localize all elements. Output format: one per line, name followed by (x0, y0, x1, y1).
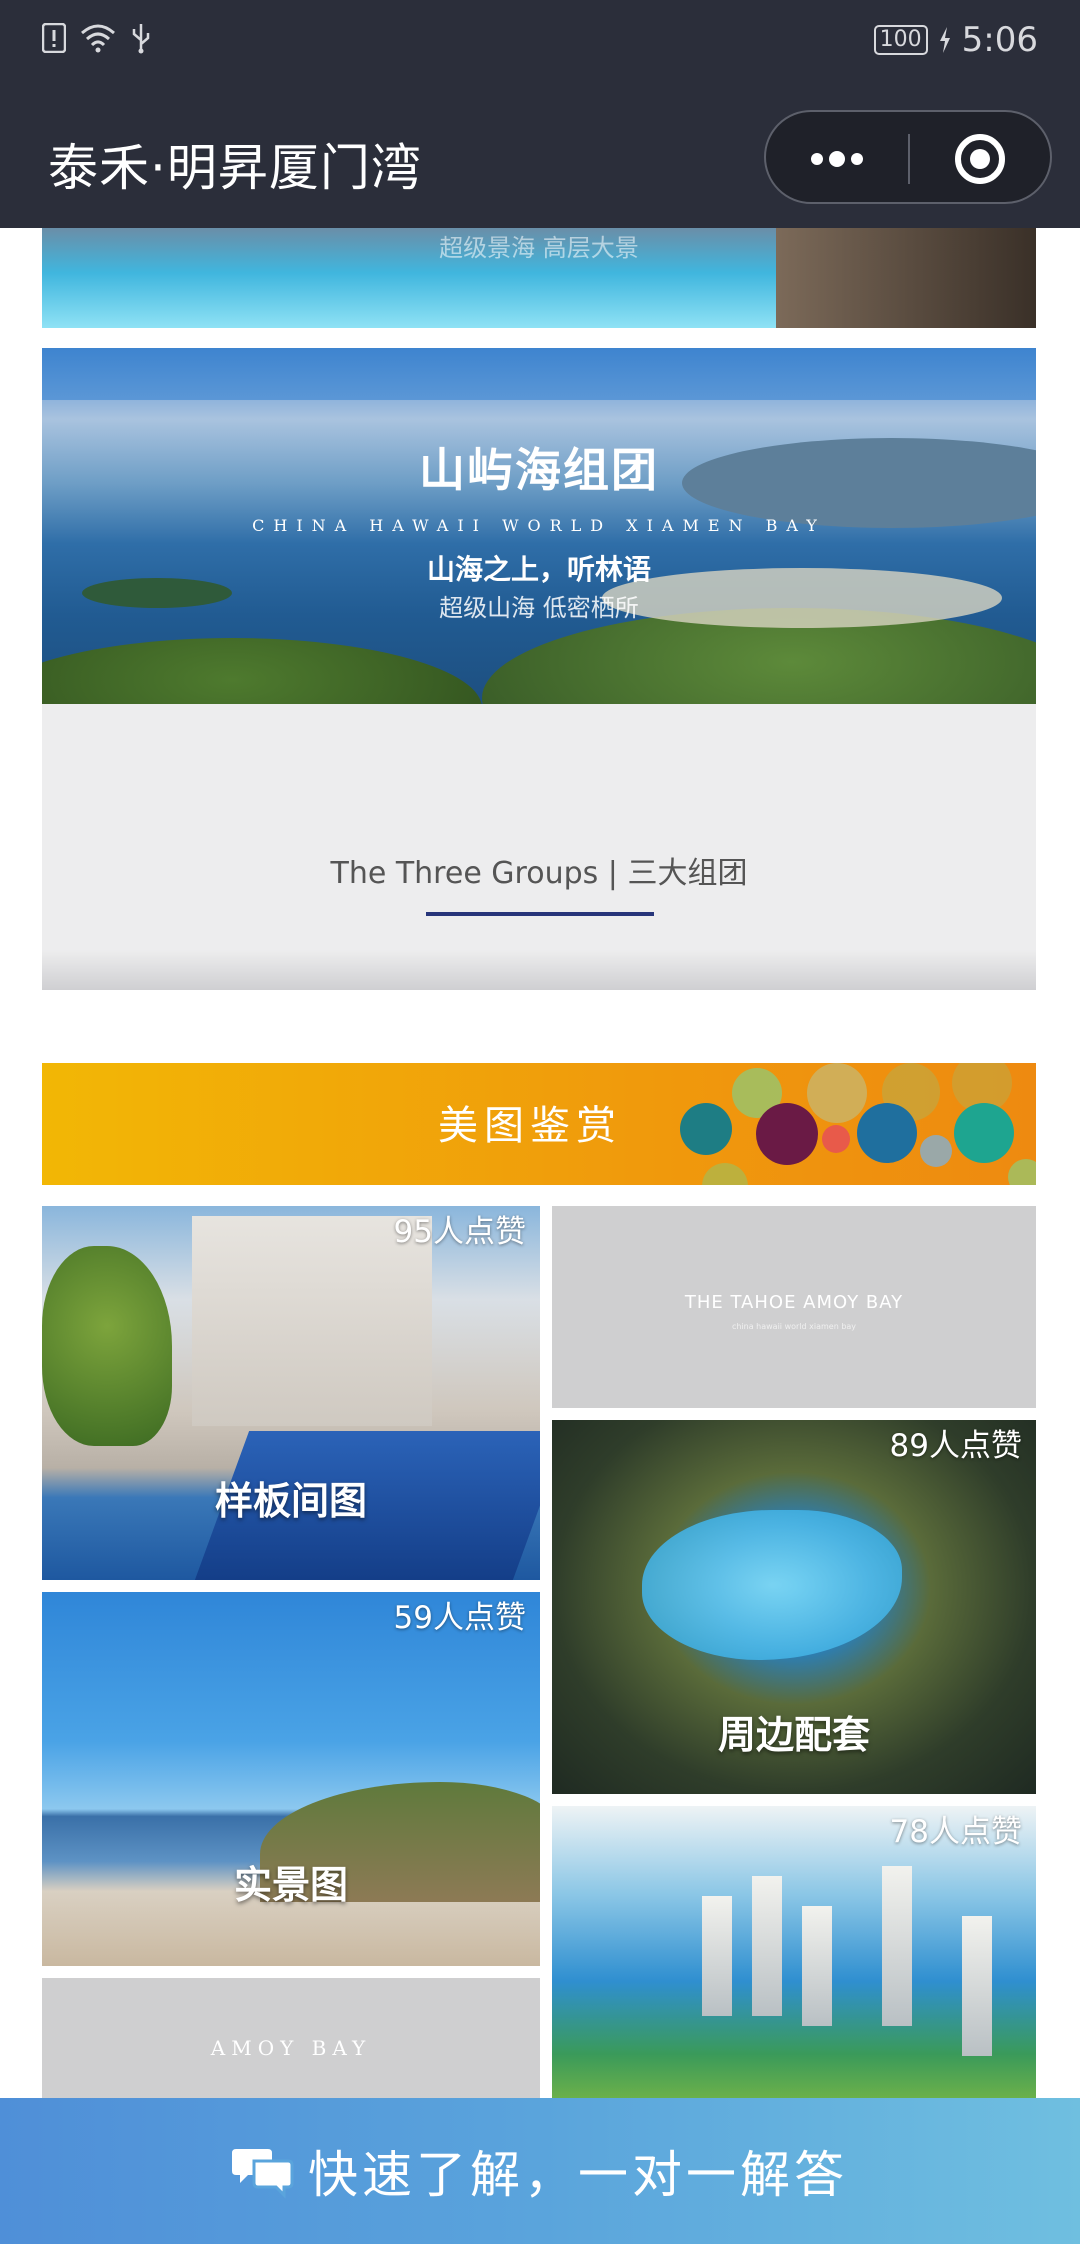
gallery-tile-showroom[interactable]: 95人点赞 样板间图 (42, 1206, 540, 1580)
decor-dot (1008, 1159, 1036, 1185)
palm-tree (42, 1246, 172, 1446)
decor-dot (822, 1125, 850, 1153)
mini-program-capsule (764, 110, 1052, 204)
groups-caption: The Three Groups | 三大组团 (330, 856, 748, 891)
page-content[interactable]: 超级景海 高层大景 山屿海组团 CHINA HAWAII WORLD XIAME… (0, 228, 1080, 2098)
tile-label: 样板间图 (214, 1479, 367, 1523)
likes-count: 89人点赞 (889, 1428, 1022, 1464)
groups-underline (426, 912, 654, 916)
likes-count: 78人点赞 (889, 1814, 1022, 1850)
more-dots-icon (811, 151, 863, 167)
tower (752, 1876, 782, 2016)
clock: 5:06 (961, 20, 1038, 60)
close-button[interactable] (910, 112, 1050, 206)
status-left-icons (42, 22, 152, 54)
decor-dot (756, 1103, 818, 1165)
likes-count: 95人点赞 (393, 1214, 526, 1250)
gallery-tile-real-scene[interactable]: 59人点赞 实景图 (42, 1592, 540, 1966)
decor-dot (702, 1163, 748, 1185)
consult-button-label: 快速了解，一对一解答 (308, 2146, 848, 2204)
battery-indicator: 100 (873, 25, 928, 55)
decor-dot (680, 1103, 732, 1155)
page-title: 泰禾·明昇厦门湾 (48, 139, 422, 197)
likes-count: 59人点赞 (393, 1600, 526, 1636)
foreground-trees (42, 638, 482, 704)
gallery-banner[interactable]: 美图鉴赏 (42, 1063, 1036, 1185)
brand-subtext: china hawaii world xiamen bay (731, 1322, 857, 1331)
group-banner-title: 山屿海组团 (419, 443, 659, 497)
target-close-icon (955, 134, 1005, 184)
sky-band (42, 348, 1036, 400)
more-button[interactable] (766, 112, 908, 206)
group-banner-subtitle-2: 超级山海 低密栖所 (439, 594, 639, 622)
tower (962, 1916, 992, 2056)
decor-dot (954, 1103, 1014, 1163)
tile-label: 周边配套 (717, 1713, 870, 1757)
status-right: 100 5:06 (873, 20, 1038, 60)
tower (702, 1896, 732, 2016)
gallery-tile-surroundings[interactable]: 89人点赞 周边配套 (552, 1420, 1036, 1794)
charging-icon (939, 27, 950, 53)
group-banner-english: CHINA HAWAII WORLD XIAMEN BAY (252, 516, 826, 535)
tower (802, 1906, 832, 2026)
consult-button[interactable]: 快速了解，一对一解答 (0, 2098, 1080, 2244)
title-bar: 泰禾·明昇厦门湾 (0, 88, 1080, 228)
tile-label: 实景图 (233, 1863, 348, 1907)
group-banner-image: 山屿海组团 CHINA HAWAII WORLD XIAMEN BAY 山海之上… (42, 348, 1036, 704)
decor-dot (807, 1063, 867, 1123)
group-banner-subtitle: 山海之上，听林语 (426, 553, 651, 586)
usb-icon (132, 24, 150, 54)
group-banner[interactable]: 山屿海组团 CHINA HAWAII WORLD XIAMEN BAY 山海之上… (42, 348, 1036, 990)
notification-icon (42, 23, 66, 53)
tower (882, 1866, 912, 2026)
gallery-tile-brand[interactable]: THE TAHOE AMOY BAY china hawaii world xi… (552, 1206, 1036, 1408)
decor-dot (857, 1103, 917, 1163)
wifi-icon (81, 24, 115, 53)
decor-dot (920, 1135, 952, 1167)
card-fade (42, 950, 1036, 990)
status-bar: 100 5:06 (0, 0, 1080, 88)
gallery-tile-aerial[interactable]: 78人点赞 (552, 1806, 1036, 2098)
pool-deck (776, 228, 1036, 328)
chat-bubbles-icon (232, 2149, 294, 2199)
lagoon (642, 1510, 902, 1660)
top-banner-image[interactable]: 超级景海 高层大景 (42, 228, 1036, 328)
brand-text: THE TAHOE AMOY BAY (684, 1292, 904, 1313)
gallery-tile-amoy-bay[interactable]: AMOY BAY (42, 1978, 540, 2098)
brand-text: AMOY BAY (210, 2036, 372, 2060)
gallery-banner-title: 美图鉴赏 (438, 1103, 622, 1149)
